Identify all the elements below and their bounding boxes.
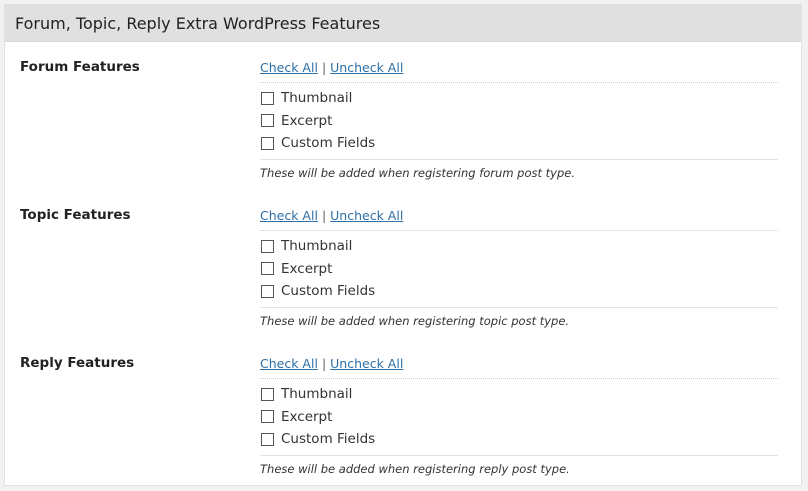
- forum-custom-fields-checkbox[interactable]: [261, 136, 274, 150]
- option-label: Custom Fields: [281, 283, 376, 300]
- option-label: Thumbnail: [281, 386, 353, 403]
- topic-option-thumbnail[interactable]: Thumbnail: [260, 235, 778, 258]
- topic-uncheck-all-link[interactable]: Uncheck All: [330, 208, 403, 223]
- forum-uncheck-all-link[interactable]: Uncheck All: [330, 60, 403, 75]
- forum-features-links: Check All | Uncheck All: [260, 59, 778, 83]
- features-panel: Forum, Topic, Reply Extra WordPress Feat…: [4, 4, 802, 486]
- reply-option-custom-fields[interactable]: Custom Fields: [260, 428, 778, 451]
- reply-excerpt-checkbox[interactable]: [261, 410, 274, 424]
- option-label: Thumbnail: [281, 90, 353, 107]
- links-separator: |: [321, 356, 327, 371]
- forum-option-excerpt[interactable]: Excerpt: [260, 110, 778, 133]
- reply-custom-fields-checkbox[interactable]: [261, 432, 274, 446]
- topic-features-links: Check All | Uncheck All: [260, 207, 778, 231]
- topic-check-all-link[interactable]: Check All: [260, 208, 318, 223]
- reply-option-excerpt[interactable]: Excerpt: [260, 406, 778, 429]
- links-separator: |: [321, 60, 327, 75]
- option-label: Excerpt: [281, 408, 333, 425]
- forum-features-body: Check All | Uncheck All Thumbnail Excerpt …: [260, 59, 778, 180]
- reply-uncheck-all-link[interactable]: Uncheck All: [330, 356, 403, 371]
- topic-options-list: Thumbnail Excerpt Custom Fields: [260, 231, 778, 308]
- forum-thumbnail-checkbox[interactable]: [261, 91, 274, 105]
- option-label: Excerpt: [281, 112, 333, 129]
- topic-custom-fields-checkbox[interactable]: [261, 284, 274, 298]
- topic-features-note: These will be added when registering top…: [260, 313, 570, 328]
- topic-thumbnail-checkbox[interactable]: [261, 239, 274, 253]
- reply-check-all-link[interactable]: Check All: [260, 356, 318, 371]
- forum-features-note: These will be added when registering for…: [260, 165, 576, 180]
- topic-features-label: Topic Features: [20, 207, 131, 223]
- forum-option-thumbnail[interactable]: Thumbnail: [260, 87, 778, 110]
- reply-features-links: Check All | Uncheck All: [260, 355, 778, 379]
- panel-header: Forum, Topic, Reply Extra WordPress Feat…: [5, 5, 801, 42]
- topic-option-excerpt[interactable]: Excerpt: [260, 258, 778, 281]
- forum-options-list: Thumbnail Excerpt Custom Fields: [260, 83, 778, 160]
- topic-option-custom-fields[interactable]: Custom Fields: [260, 280, 778, 303]
- option-label: Excerpt: [281, 260, 333, 277]
- reply-features-body: Check All | Uncheck All Thumbnail Excerpt …: [260, 355, 778, 476]
- forum-features-label: Forum Features: [20, 59, 140, 75]
- reply-features-label: Reply Features: [20, 355, 135, 371]
- reply-features-note: These will be added when registering rep…: [260, 461, 570, 476]
- option-label: Custom Fields: [281, 135, 376, 152]
- links-separator: |: [321, 208, 327, 223]
- forum-option-custom-fields[interactable]: Custom Fields: [260, 132, 778, 155]
- reply-options-list: Thumbnail Excerpt Custom Fields: [260, 379, 778, 456]
- reply-thumbnail-checkbox[interactable]: [261, 387, 274, 401]
- panel-title: Forum, Topic, Reply Extra WordPress Feat…: [15, 13, 381, 33]
- topic-excerpt-checkbox[interactable]: [261, 262, 274, 276]
- option-label: Custom Fields: [281, 431, 376, 448]
- reply-option-thumbnail[interactable]: Thumbnail: [260, 383, 778, 406]
- option-label: Thumbnail: [281, 238, 353, 255]
- forum-excerpt-checkbox[interactable]: [261, 114, 274, 128]
- topic-features-body: Check All | Uncheck All Thumbnail Excerpt …: [260, 207, 778, 328]
- forum-check-all-link[interactable]: Check All: [260, 60, 318, 75]
